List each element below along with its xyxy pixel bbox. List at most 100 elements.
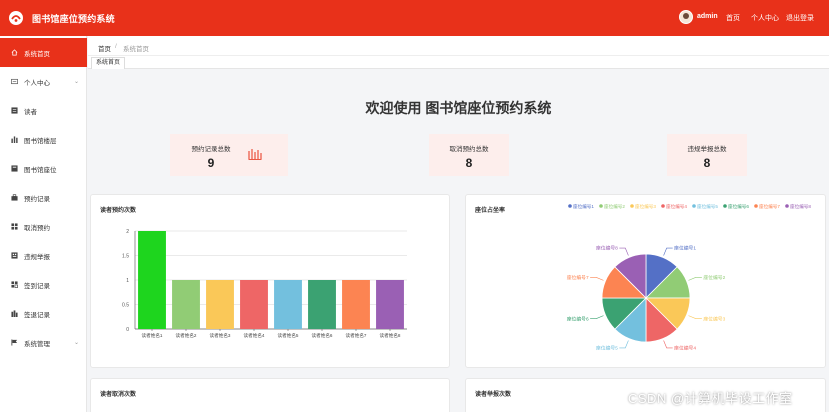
legend-entry: 座位编号1 — [573, 203, 594, 210]
sidebar-item-label: 系统管理 — [24, 340, 50, 348]
header-logout-link[interactable]: 退出登录 — [786, 13, 814, 23]
legend-entry: 座位编号8 — [790, 203, 811, 210]
pie-chart: 座位编号1 座位编号2 座位编号3 座位编号4 座位编号5 座位编号6 座位编号7 座位编号8… — [567, 203, 812, 351]
legend-entry: 座位编号4 — [666, 203, 687, 210]
breadcrumb-current: 系统首页 — [123, 46, 149, 53]
pie-label-line — [619, 247, 629, 256]
pie-label: 座位编号4 — [674, 344, 696, 351]
sidebar-item-label: 签到记录 — [24, 282, 50, 290]
stat-value: 8 — [465, 156, 473, 170]
bar-chart: 0 0.5 1 1.5 2 读者姓名1 读者姓名2 读者姓名3 读者姓名4 读者姓名5 读者姓名6 读… — [122, 229, 407, 339]
x-tick-label: 读者姓名2 — [176, 332, 197, 339]
legend-entry: 座位编号6 — [728, 203, 749, 210]
checkin-icon — [11, 281, 18, 288]
legend-entry: 座位编号5 — [697, 203, 718, 210]
sidebar-item-checkin-records[interactable]: 签到记录 — [0, 270, 87, 299]
sidebar-item-label: 系统首页 — [24, 50, 50, 58]
cancel-count-panel: 读者取消次数 — [90, 378, 450, 412]
sidebar-item-floor[interactable]: 图书馆楼层 — [0, 125, 87, 154]
sidebar-item-cancel-booking[interactable]: 取消预约 — [0, 212, 87, 241]
stat-card-reports: 违规举报总数 8 — [667, 134, 747, 176]
chevron-down-icon: ⌄ — [73, 79, 79, 85]
sidebar-item-label: 个人中心 — [24, 79, 50, 87]
sidebar-item-system-admin[interactable]: 系统管理 ⌄ — [0, 328, 87, 357]
pie-label: 座位编号8 — [596, 245, 618, 252]
sidebar-item-checkout-records[interactable]: 签退记录 — [0, 299, 87, 328]
pie-label-line — [619, 340, 629, 349]
y-tick-label: 0 — [126, 327, 129, 333]
stat-card-bookings: 预约记录总数 9 — [170, 134, 288, 176]
sidebar-item-label: 图书馆楼层 — [24, 137, 57, 145]
breadcrumb: 首页 / 系统首页 — [88, 36, 829, 56]
bar — [308, 280, 336, 329]
legend-entry: 座位编号7 — [759, 203, 780, 210]
pie-label-line — [590, 277, 604, 281]
x-tick-label: 读者姓名4 — [244, 332, 265, 339]
bar — [342, 280, 370, 329]
sidebar-item-violation-report[interactable]: 违规举报 — [0, 241, 87, 270]
sidebar-item-label: 签退记录 — [24, 311, 50, 319]
legend-entry: 座位编号2 — [604, 203, 625, 210]
briefcase-icon — [11, 194, 18, 201]
stat-card-cancellations: 取消预约总数 8 — [429, 134, 509, 176]
bar — [206, 280, 234, 329]
tab-bar: 系统首页 — [88, 56, 829, 69]
app-title: 图书馆座位预约系统 — [32, 14, 115, 24]
sidebar-item-profile[interactable]: 个人中心 ⌄ — [0, 67, 87, 96]
watermark: CSDN @计算机毕设工作室 — [628, 391, 793, 406]
panel-title: 读者取消次数 — [100, 392, 137, 398]
pie-label: 座位编号2 — [703, 274, 725, 281]
pie-label: 座位编号6 — [567, 315, 589, 322]
logo-icon — [9, 11, 23, 25]
sidebar-item-label: 违规举报 — [24, 253, 50, 261]
y-tick-label: 2 — [126, 229, 129, 235]
sidebar-item-booking-records[interactable]: 预约记录 — [0, 183, 87, 212]
pie-label-line — [663, 340, 673, 349]
x-tick-label: 读者姓名5 — [278, 332, 299, 339]
sidebar-item-seat[interactable]: 图书馆座位 — [0, 154, 87, 183]
legend-entry: 座位编号3 — [635, 203, 656, 210]
header-home-link[interactable]: 首页 — [726, 13, 740, 23]
top-header: 图书馆座位预约系统 admin 首页 个人中心 退出登录 — [0, 0, 829, 36]
legend-swatch — [785, 204, 789, 208]
pie-label: 座位编号5 — [596, 344, 618, 351]
legend-swatch — [568, 204, 572, 208]
stat-label: 违规举报总数 — [687, 146, 727, 153]
sidebar-item-home[interactable]: 系统首页 — [0, 38, 87, 67]
avatar[interactable] — [679, 10, 693, 24]
header-profile-link[interactable]: 个人中心 — [751, 13, 779, 23]
x-tick-label: 读者姓名6 — [312, 332, 333, 339]
legend-swatch — [723, 204, 727, 208]
app-root: 图书馆座位预约系统 admin 首页 个人中心 退出登录 系统首页 个人中心 ⌄… — [0, 0, 829, 412]
sidebar-item-reader[interactable]: 读者 — [0, 96, 87, 125]
page-title: 欢迎使用 图书馆座位预约系统 — [365, 100, 552, 116]
tab-home[interactable]: 系统首页 — [91, 57, 126, 69]
legend-swatch — [630, 204, 634, 208]
legend-swatch — [599, 204, 603, 208]
bar — [172, 280, 200, 329]
flag-icon — [11, 339, 18, 346]
seat-icon — [11, 165, 18, 172]
sidebar: 系统首页 个人中心 ⌄ 读者 图书馆楼层 图书馆座位 预约记录 取消预约 违规举… — [0, 36, 87, 412]
bar-chart-panel: 读者预约次数 0 0.5 1 1.5 2 读者姓名1 读者姓名2 读者姓名3 读者姓名4 读者姓名… — [90, 194, 450, 368]
panel-title: 读者举报次数 — [475, 392, 512, 398]
bar — [240, 280, 268, 329]
user-icon — [11, 78, 18, 85]
sidebar-item-label: 读者 — [24, 108, 37, 116]
stat-value: 8 — [703, 156, 711, 170]
bar — [274, 280, 302, 329]
legend-swatch — [754, 204, 758, 208]
bar — [376, 280, 404, 329]
pie-label-line — [663, 247, 673, 256]
x-tick-label: 读者姓名7 — [346, 332, 367, 339]
bar-chart-icon — [11, 136, 18, 143]
breadcrumb-home-link[interactable]: 首页 — [98, 43, 111, 53]
pie-chart-panel: 座位占坐率 座位编号1 座位编号2 座位编号3 座位编号4 座位编号5 座位编号6 座位编号… — [465, 194, 826, 368]
breadcrumb-separator: / — [115, 43, 117, 50]
header-username: admin — [697, 13, 718, 20]
legend-swatch — [692, 204, 696, 208]
y-tick-label: 0.5 — [122, 303, 129, 309]
pie-label-line — [688, 277, 702, 281]
y-tick-label: 1.5 — [122, 254, 129, 260]
sidebar-item-label: 图书馆座位 — [24, 166, 57, 174]
